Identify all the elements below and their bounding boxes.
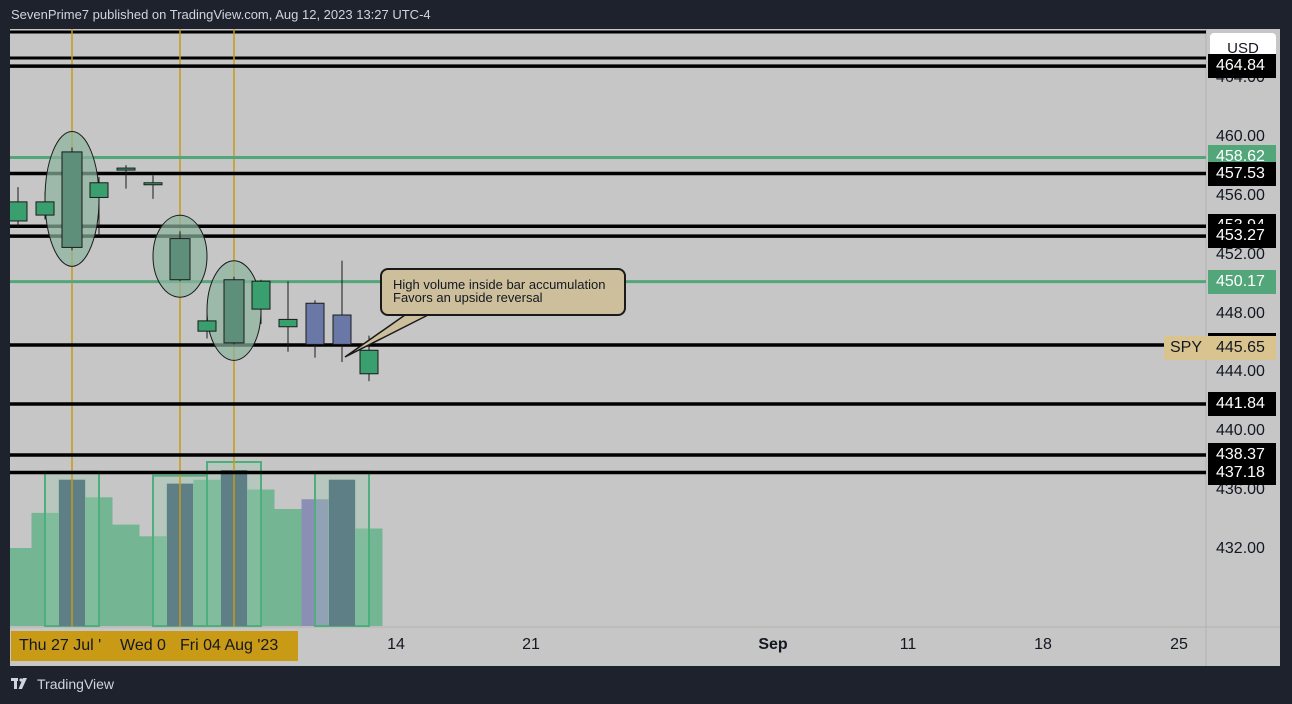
volume-bar <box>10 548 32 626</box>
candle-body <box>251 280 271 310</box>
price-chart[interactable] <box>10 29 1280 666</box>
candle-body <box>35 201 55 216</box>
candle-body <box>169 238 191 281</box>
volume-layer <box>10 461 383 627</box>
price-axis-tick: 456.00 <box>1216 186 1265 204</box>
time-axis-tick: Sep <box>758 636 788 653</box>
price-axis-tick: 460.00 <box>1216 128 1265 146</box>
candle-body <box>116 167 136 171</box>
price-level-tag: 457.53 <box>1208 161 1276 186</box>
publisher-header: SevenPrime7 published on TradingView.com… <box>11 7 431 22</box>
date-badge: Fri 04 Aug '23 <box>172 631 298 661</box>
date-badge: Thu 27 Jul ' <box>11 631 112 661</box>
candle-body <box>223 279 245 344</box>
annotation-line-2: Favors an upside reversal <box>393 290 543 305</box>
footer-brand-label: TradingView <box>37 676 115 692</box>
candle-body <box>89 182 109 198</box>
candle-body <box>61 151 83 248</box>
footer-brand[interactable]: TradingView <box>11 676 114 692</box>
time-axis-tick: 14 <box>387 636 405 653</box>
volume-highlight-bar <box>329 479 355 626</box>
volume-bar <box>274 509 302 626</box>
price-axis-tick: 444.00 <box>1216 363 1265 381</box>
price-level-tag: 453.27 <box>1208 224 1276 249</box>
time-axis-tick: 21 <box>522 636 540 653</box>
tradingview-logo-icon <box>11 678 27 689</box>
candle-body <box>305 302 325 345</box>
candle-body <box>332 314 352 345</box>
volume-bar <box>112 524 140 626</box>
annotation-callout[interactable]: High volume inside bar accumulation Favo… <box>380 268 626 316</box>
time-axis-tick: 11 <box>899 636 917 653</box>
price-axis-tick: 448.00 <box>1216 304 1265 322</box>
price-axis-tick: 452.00 <box>1216 245 1265 263</box>
candle-body <box>359 349 379 375</box>
price-axis-tick: 440.00 <box>1216 422 1265 440</box>
price-level-tag: 437.18 <box>1208 460 1276 485</box>
time-axis-tick: 18 <box>1034 636 1052 653</box>
date-badge: Wed 0 <box>112 631 172 661</box>
current-price-tag: 445.65 <box>1208 336 1276 361</box>
price-level-tag: 464.84 <box>1208 54 1276 79</box>
candle-body <box>278 318 298 328</box>
candle-body <box>10 201 28 222</box>
time-axis-tick: 25 <box>1170 636 1188 653</box>
symbol-price-tag: SPY <box>1164 336 1208 361</box>
price-level-tag: 441.84 <box>1208 392 1276 417</box>
candle-body <box>143 182 163 186</box>
price-axis-tick: 432.00 <box>1216 539 1265 557</box>
price-level-tag: 450.17 <box>1208 269 1276 294</box>
candle-body <box>197 320 217 332</box>
